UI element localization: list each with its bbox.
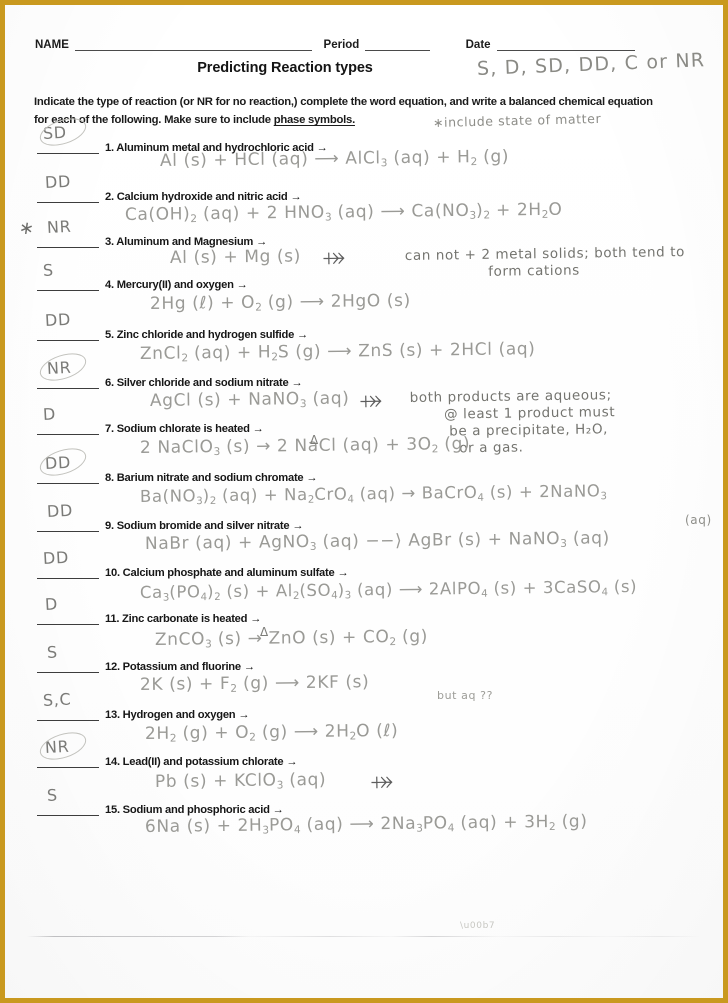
crossed-out-arrow-14: ⤀ (370, 768, 394, 794)
date-label: Date (465, 39, 491, 51)
student-info-row: NAME Period Date (35, 31, 635, 51)
answer-blank-12[interactable] (37, 658, 99, 673)
scan-artifact-line (27, 936, 701, 937)
handwritten-answer-4: S (42, 260, 55, 280)
handwritten-equation-7: 2 NaClO3 (s) → 2 NaCl (aq) + 3O2 (g) (139, 433, 471, 459)
scan-speck: \u00b7 (460, 921, 496, 931)
period-label: Period (323, 39, 360, 51)
name-blank[interactable] (74, 37, 312, 51)
handwritten-equation-5: ZnCl2 (aq) + H2S (g) ⟶ ZnS (s) + 2HCl (a… (139, 339, 536, 365)
problem-prompt-8: 8. Barium nitrate and sodium chromate → (105, 472, 318, 484)
handwritten-answer-13: S,C (42, 689, 72, 710)
phase-symbols-underlined: phase symbols. (273, 114, 356, 126)
problem-prompt-6: 6. Silver chloride and sodium nitrate → (105, 377, 303, 389)
handwritten-equation-9: NaBr (aq) + AgNO3 (aq) −−⟩ AgBr (s) + Na… (144, 528, 610, 554)
margin-star-mark-3: ∗ (17, 217, 37, 240)
problem-row: 5. Zinc chloride and hydrogen sulfide → (5, 323, 723, 341)
handwritten-answer-12: S (46, 642, 59, 662)
problem-prompt-10: 10. Calcium phosphate and aluminum sulfa… (105, 567, 349, 579)
handwritten-answer-11: D (44, 594, 59, 614)
handwritten-answer-10: DD (42, 547, 70, 568)
handwritten-answer-7: D (42, 404, 57, 424)
handwritten-equation-6: AgCl (s) + NaNO3 (aq) (149, 388, 350, 411)
handwritten-answer-2: DD (44, 171, 72, 192)
problem-row: 13. Hydrogen and oxygen → (5, 703, 723, 721)
handwritten-equation-10: Ca3(PO4)2 (s) + Al2(SO4)3 (aq) ⟶ 2AlPO4 … (139, 576, 638, 604)
problem-row: 9. Sodium bromide and silver nitrate → (5, 514, 723, 532)
handwritten-equation-2: Ca(OH)2 (aq) + 2 HNO3 (aq) ⟶ Ca(NO3)2 + … (124, 199, 563, 226)
handwritten-trailing-note-12: but aq ?? (437, 689, 494, 702)
problem-prompt-5: 5. Zinc chloride and hydrogen sulfide → (105, 329, 308, 341)
handwritten-equation-14: Pb (s) + KClO3 (aq) (154, 769, 327, 792)
answer-blank-15[interactable] (37, 801, 99, 816)
handwritten-equation-1: Al (s) + HCl (aq) ⟶ AlCl3 (aq) + H2 (g) (159, 146, 510, 171)
handwritten-answer-15: S (46, 785, 59, 805)
delta-heat-symbol-7: Δ (310, 433, 319, 447)
instructions-line-1: Indicate the type of reaction (or NR for… (34, 96, 605, 108)
problem-row: 14. Lead(II) and potassium chlorate → (5, 750, 723, 768)
problem-prompt-9: 9. Sodium bromide and silver nitrate → (105, 520, 304, 532)
handwritten-answer-5: DD (44, 309, 72, 330)
period-blank[interactable] (365, 37, 430, 51)
name-label: NAME (35, 39, 69, 51)
delta-heat-symbol-11: Δ (260, 625, 269, 639)
problem-prompt-15: 15. Sodium and phosphoric acid → (105, 804, 284, 816)
problem-prompt-11: 11. Zinc carbonate is heated → (105, 613, 262, 625)
problem-prompt-7: 7. Sodium chlorate is heated → (105, 423, 264, 435)
problem-row: 8. Barium nitrate and sodium chromate → (5, 466, 723, 484)
problem-row: 4. Mercury(II) and oxygen → (5, 273, 723, 291)
handwritten-equation-8: Ba(NO3)2 (aq) + Na2CrO4 (aq) → BaCrO4 (s… (139, 481, 608, 508)
paper-sheet: NAME Period Date Predicting Reaction typ… (5, 5, 723, 998)
problem-prompt-14: 14. Lead(II) and potassium chlorate → (105, 756, 298, 768)
problem-prompt-13: 13. Hydrogen and oxygen → (105, 709, 250, 721)
handwritten-equation-15: 6Na (s) + 2H3PO4 (aq) ⟶ 2Na3PO4 (aq) + 3… (144, 811, 588, 837)
handwritten-equation-13: 2H2 (g) + O2 (g) ⟶ 2H2O (ℓ) (144, 720, 399, 745)
problem-row: 2. Calcium hydroxide and nitric acid → (5, 185, 723, 203)
handwritten-equation-4: 2Hg (ℓ) + O2 (g) ⟶ 2HgO (s) (149, 290, 411, 314)
title-annotation-handwriting: S, D, SD, DD, C or NR (476, 49, 706, 80)
crossed-out-arrow-3: ⤀ (322, 244, 346, 270)
problem-row: 11. Zinc carbonate is heated → (5, 607, 723, 625)
problem-row: 6. Silver chloride and sodium nitrate → (5, 371, 723, 389)
handwritten-equation-11: ZnCO3 (s) → ZnO (s) + CO2 (g) (154, 626, 429, 651)
problem-row: 7. Sodium chlorate is heated → (5, 417, 723, 435)
date-blank[interactable] (496, 37, 635, 51)
problem-row: 12. Potassium and fluorine → (5, 655, 723, 673)
crossed-out-arrow-6: ⤀ (359, 387, 383, 413)
problem-prompt-4: 4. Mercury(II) and oxygen → (105, 279, 248, 291)
problem-prompt-2: 2. Calcium hydroxide and nitric acid → (105, 191, 302, 203)
handwritten-answer-9: DD (46, 500, 74, 521)
handwritten-equation-3: Al (s) + Mg (s) (169, 246, 302, 268)
handwritten-answer-3: NR (46, 216, 72, 237)
worksheet-page: NAME Period Date Predicting Reaction typ… (0, 0, 728, 1003)
problem-prompt-12: 12. Potassium and fluorine → (105, 661, 255, 673)
handwritten-equation-12: 2K (s) + F2 (g) ⟶ 2KF (s) (139, 672, 370, 695)
